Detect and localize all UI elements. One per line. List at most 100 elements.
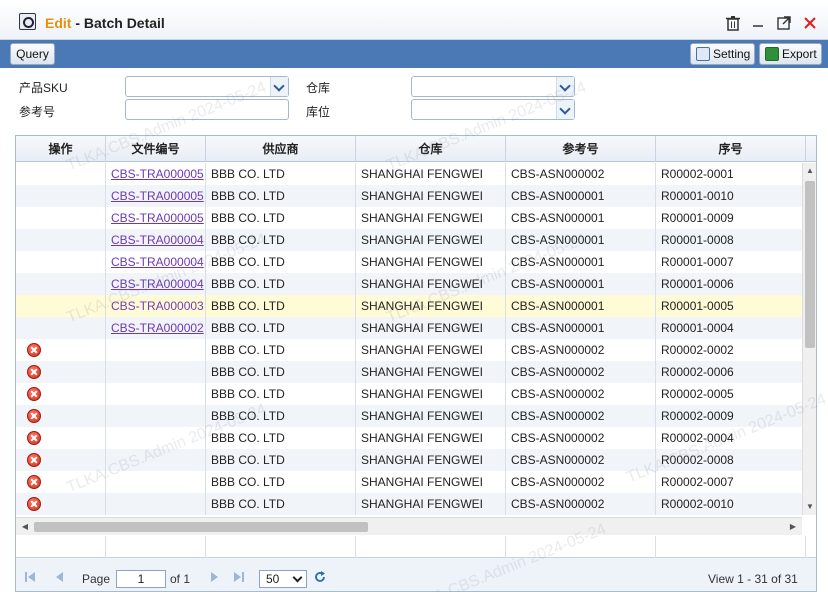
sku-select[interactable]: [125, 76, 289, 97]
table-row[interactable]: BBB CO. LTD SHANGHAI FENGWEI CBS-ASN000002…: [16, 471, 802, 493]
table-row[interactable]: BBB CO. LTD SHANGHAI FENGWEI CBS-ASN000002…: [16, 383, 802, 405]
delete-icon[interactable]: [27, 343, 41, 357]
ref-input[interactable]: [125, 99, 289, 120]
cell-ref-no: CBS-ASN000001: [506, 295, 656, 317]
cell-actions: [16, 163, 106, 185]
cell-supplier: BBB CO. LTD: [206, 273, 356, 295]
cell-warehouse: SHANGHAI FENGWEI: [356, 251, 506, 273]
delete-icon[interactable]: [27, 409, 41, 423]
close-icon[interactable]: [801, 15, 819, 33]
horizontal-scroll-thumb[interactable]: [34, 522, 368, 532]
cell-doc-no: [106, 383, 206, 405]
table-row[interactable]: BBB CO. LTD SHANGHAI FENGWEI CBS-ASN000002…: [16, 405, 802, 427]
header-ref-no[interactable]: 参考号: [506, 136, 656, 162]
doc-link[interactable]: CBS-TRA000005: [111, 211, 204, 225]
doc-link[interactable]: CBS-TRA000003: [111, 299, 204, 313]
export-button-label: Export: [782, 47, 817, 61]
cell-seq: R00002-0002: [656, 339, 802, 361]
table-row[interactable]: CBS-TRA000002 BBB CO. LTD SHANGHAI FENGWEI…: [16, 317, 802, 339]
cell-doc-no: CBS-TRA000004: [106, 251, 206, 273]
cell-actions: [16, 229, 106, 251]
header-seq[interactable]: 序号: [656, 136, 806, 162]
horizontal-scrollbar[interactable]: ◀ ▶: [16, 517, 802, 535]
scroll-right-icon[interactable]: ▶: [787, 521, 799, 533]
maximize-icon[interactable]: [775, 15, 793, 33]
cell-seq: R00002-0006: [656, 361, 802, 383]
table-row[interactable]: BBB CO. LTD SHANGHAI FENGWEI CBS-ASN000002…: [16, 449, 802, 471]
delete-icon[interactable]: [27, 453, 41, 467]
cell-ref-no: CBS-ASN000002: [506, 405, 656, 427]
setting-button[interactable]: Setting: [690, 43, 755, 65]
last-page-icon[interactable]: [233, 571, 245, 583]
table-row[interactable]: CBS-TRA000005 BBB CO. LTD SHANGHAI FENGWEI…: [16, 163, 802, 185]
location-select[interactable]: [411, 99, 575, 120]
page-number-input[interactable]: 1: [116, 570, 166, 588]
query-button[interactable]: Query: [10, 43, 55, 65]
cell-supplier: BBB CO. LTD: [206, 427, 356, 449]
pager: Page 1 of 1 50 View 1 - 31 of 31: [16, 558, 816, 591]
cell-warehouse: SHANGHAI FENGWEI: [356, 471, 506, 493]
table-row[interactable]: CBS-TRA000004 BBB CO. LTD SHANGHAI FENGWEI…: [16, 273, 802, 295]
table-row[interactable]: BBB CO. LTD SHANGHAI FENGWEI CBS-ASN000002…: [16, 361, 802, 383]
trash-icon[interactable]: [724, 15, 742, 33]
table-row[interactable]: CBS-TRA000003 BBB CO. LTD SHANGHAI FENGWEI…: [16, 295, 802, 317]
table-row[interactable]: CBS-TRA000004 BBB CO. LTD SHANGHAI FENGWEI…: [16, 229, 802, 251]
title-main-label: Batch Detail: [83, 15, 165, 31]
scroll-down-icon[interactable]: ▼: [804, 501, 816, 513]
cell-actions: [16, 471, 106, 493]
first-page-icon[interactable]: [24, 571, 36, 583]
delete-icon[interactable]: [27, 365, 41, 379]
page-size-select[interactable]: 50: [259, 570, 307, 588]
cell-doc-no: [106, 405, 206, 427]
doc-link[interactable]: CBS-TRA000004: [111, 233, 204, 247]
ref-label: 参考号: [19, 105, 56, 119]
delete-icon[interactable]: [27, 475, 41, 489]
view-range-text: View 1 - 31 of 31: [708, 572, 798, 586]
cell-warehouse: SHANGHAI FENGWEI: [356, 449, 506, 471]
doc-link[interactable]: CBS-TRA000002: [111, 321, 204, 335]
cell-actions: [16, 251, 106, 273]
cell-ref-no: CBS-ASN000002: [506, 427, 656, 449]
scroll-left-icon[interactable]: ◀: [19, 521, 31, 533]
cell-ref-no: CBS-ASN000001: [506, 185, 656, 207]
header-actions[interactable]: 操作: [16, 136, 106, 162]
delete-icon[interactable]: [27, 431, 41, 445]
header-supplier[interactable]: 供应商: [206, 136, 356, 162]
cell-seq: R00002-0001: [656, 163, 802, 185]
doc-link[interactable]: CBS-TRA000005: [111, 189, 204, 203]
warehouse-select[interactable]: [411, 76, 575, 97]
delete-icon[interactable]: [27, 387, 41, 401]
next-page-icon[interactable]: [209, 571, 221, 583]
export-button[interactable]: Export: [759, 43, 822, 65]
table-row[interactable]: CBS-TRA000004 BBB CO. LTD SHANGHAI FENGWEI…: [16, 251, 802, 273]
cell-supplier: BBB CO. LTD: [206, 449, 356, 471]
vertical-scrollbar[interactable]: ▲ ▼: [802, 163, 816, 515]
refresh-icon[interactable]: [314, 571, 326, 583]
grid-footer-row: [16, 536, 816, 558]
minimize-icon[interactable]: [749, 15, 767, 33]
cell-supplier: BBB CO. LTD: [206, 383, 356, 405]
table-row[interactable]: CBS-TRA000005 BBB CO. LTD SHANGHAI FENGWEI…: [16, 185, 802, 207]
cell-actions: [16, 273, 106, 295]
vertical-scroll-thumb[interactable]: [805, 181, 815, 348]
warehouse-label: 仓库: [306, 81, 331, 95]
table-row[interactable]: BBB CO. LTD SHANGHAI FENGWEI CBS-ASN000002…: [16, 339, 802, 361]
scroll-up-icon[interactable]: ▲: [804, 165, 816, 177]
cell-seq: R00002-0009: [656, 405, 802, 427]
cell-seq: R00001-0005: [656, 295, 802, 317]
cell-warehouse: SHANGHAI FENGWEI: [356, 185, 506, 207]
header-doc-no[interactable]: 文件编号: [106, 136, 206, 162]
table-row[interactable]: BBB CO. LTD SHANGHAI FENGWEI CBS-ASN000002…: [16, 427, 802, 449]
doc-link[interactable]: CBS-TRA000004: [111, 277, 204, 291]
doc-link[interactable]: CBS-TRA000005: [111, 167, 204, 181]
table-row[interactable]: BBB CO. LTD SHANGHAI FENGWEI CBS-ASN000002…: [16, 493, 802, 515]
delete-icon[interactable]: [27, 497, 41, 511]
doc-link[interactable]: CBS-TRA000004: [111, 255, 204, 269]
cell-warehouse: SHANGHAI FENGWEI: [356, 493, 506, 515]
cell-supplier: BBB CO. LTD: [206, 185, 356, 207]
cell-ref-no: CBS-ASN000001: [506, 207, 656, 229]
table-row[interactable]: CBS-TRA000005 BBB CO. LTD SHANGHAI FENGWEI…: [16, 207, 802, 229]
prev-page-icon[interactable]: [53, 571, 65, 583]
header-warehouse[interactable]: 仓库: [356, 136, 506, 162]
grid-header: 操作 文件编号 供应商 仓库 参考号 序号: [16, 136, 816, 162]
